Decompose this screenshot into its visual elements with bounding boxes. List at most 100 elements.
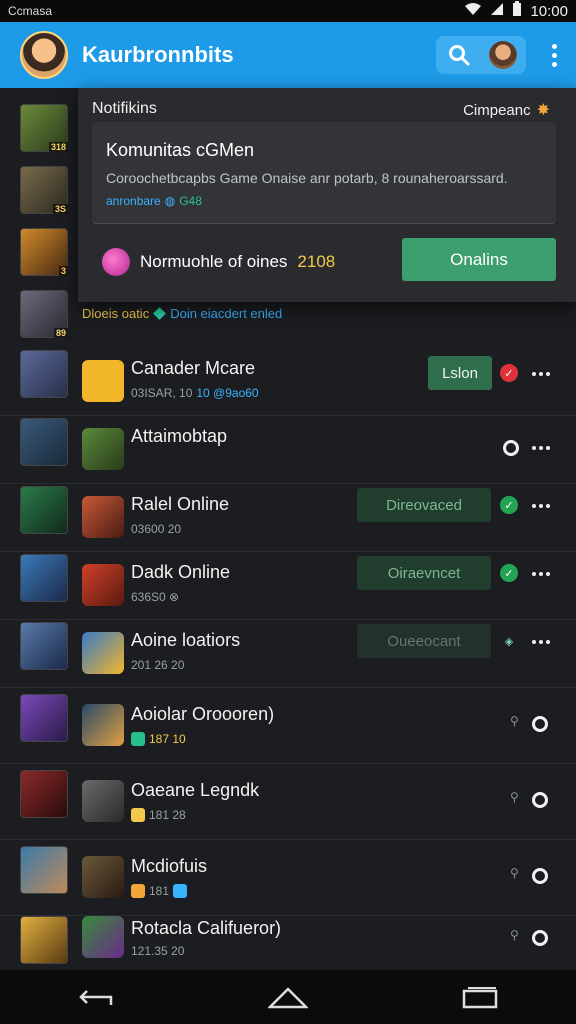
notification-card[interactable]: Komunitas cGMen Coroochetbcapbs Game Ona… [92, 122, 556, 224]
more-horiz-icon[interactable] [532, 504, 550, 508]
game-thumbnail[interactable]: 89 [20, 290, 68, 338]
notification-panel: Notifikins Cimpeanc ✸ Komunitas cGMen Co… [78, 88, 576, 302]
game-thumbnail [20, 846, 68, 894]
game-thumbnail [20, 916, 68, 964]
game-title: Canader Mcare [131, 358, 256, 378]
game-icon [82, 856, 124, 898]
globe-icon: ◍ [164, 194, 176, 208]
more-horiz-icon[interactable] [532, 572, 550, 576]
pin-icon: ⚲ [510, 928, 519, 942]
status-ring-icon [532, 868, 548, 884]
notification-header-right[interactable]: Cimpeanc ✸ [463, 100, 550, 120]
game-thumbnail[interactable]: 3 [20, 228, 68, 276]
game-title: Aoiolar Oroooren) [131, 704, 275, 724]
search-icon [449, 45, 470, 66]
notification-promo: Normuohle of oines 2108 [102, 248, 335, 276]
pin-icon: ⚲ [510, 790, 519, 804]
profile-avatar[interactable] [20, 31, 68, 79]
send-icon: ◈ [504, 635, 514, 648]
game-title: Ralel Online [131, 494, 230, 514]
game-title: Oaeane Legndk [131, 780, 260, 800]
wifi-icon [464, 2, 482, 20]
game-icon [82, 632, 124, 674]
game-title: Rotacla Califueror) [131, 918, 282, 938]
game-icon [82, 780, 124, 822]
game-thumbnail[interactable]: 3S [20, 166, 68, 214]
pin-icon: ⚲ [510, 866, 519, 880]
legend-part-b: Doin eiacdert enled [170, 306, 283, 321]
game-icon [82, 704, 124, 746]
search-button[interactable] [442, 38, 476, 72]
home-button[interactable] [258, 977, 318, 1017]
game-thumbnail [20, 486, 68, 534]
clock: 10:00 [530, 2, 568, 20]
game-subtitle: 201 26 20 [131, 658, 185, 672]
status-ring-icon [532, 930, 548, 946]
user-avatar-button[interactable] [486, 38, 520, 72]
system-nav-bar [0, 970, 576, 1024]
game-title: Aoine loatiors [131, 630, 241, 650]
game-subtitle: 121.35 20 [131, 944, 185, 958]
more-vert-icon[interactable] [544, 38, 564, 72]
check-icon: ✓ [500, 364, 518, 382]
check-icon: ✓ [500, 564, 518, 582]
game-thumbnail [20, 554, 68, 602]
diamond-icon [153, 307, 167, 320]
online-button[interactable]: Onalins [402, 238, 556, 281]
app-bar-actions [436, 36, 526, 74]
game-title: Mcdiofuis [131, 856, 208, 876]
back-icon [79, 990, 113, 1005]
list-item[interactable]: Attaimobtap [0, 416, 576, 484]
list-item[interactable]: Ralel Online 03600 20 Direovaced ✓ [0, 484, 576, 552]
more-horiz-icon[interactable] [532, 446, 550, 450]
game-subtitle: 181 [131, 884, 188, 898]
game-subtitle: 187 10 [131, 732, 186, 746]
row-action-button[interactable]: Direovaced [357, 488, 491, 522]
signal-icon [490, 2, 504, 20]
game-subtitle: 03600 20 [131, 522, 182, 536]
carrier-label: Ccmasa [8, 4, 53, 18]
list-item[interactable]: Canader Mcare 03ISAR, 10 10 @9ao60 Lslon… [0, 348, 576, 416]
game-icon [82, 564, 124, 606]
game-title: Dadk Online [131, 562, 231, 582]
list-item[interactable]: Dadk Online 636S0 ⊗ Oiraevncet ✓ [0, 552, 576, 620]
list-item[interactable]: Aoine loatiors 201 26 20 Oueeocant ◈ [0, 620, 576, 688]
trophy-icon: ✸ [536, 102, 550, 119]
list-item[interactable]: Mcdiofuis 181 ⚲ [0, 840, 576, 916]
status-ring-icon [532, 792, 548, 808]
notification-card-body: Coroochetbcapbs Game Onaise anr potarb, … [106, 170, 508, 186]
legend-part-a: Dloeis oatic [82, 306, 150, 321]
list-item[interactable]: Aoiolar Oroooren) 187 10 ⚲ [0, 688, 576, 764]
more-horiz-icon[interactable] [532, 372, 550, 376]
status-icons: 10:00 [464, 1, 568, 21]
check-icon: ✓ [500, 496, 518, 514]
game-icon [82, 360, 124, 402]
grape-icon [102, 248, 130, 276]
back-button[interactable] [66, 977, 126, 1017]
game-thumbnail [20, 694, 68, 742]
row-action-button[interactable]: Oiraevncet [357, 556, 491, 590]
row-action-button[interactable]: Lslon [428, 356, 492, 390]
game-subtitle: 636S0 ⊗ [131, 590, 180, 604]
app-title: Kaurbronnbits [82, 42, 234, 67]
list-item[interactable]: Oaeane Legndk 181 28 ⚲ [0, 764, 576, 840]
list-item[interactable]: Rotacla Califueror) 121.35 20 ⚲ [0, 916, 576, 970]
game-thumbnail [20, 622, 68, 670]
recents-icon [462, 987, 498, 1009]
status-ring-icon [503, 440, 519, 456]
status-bar: Ccmasa 10:00 [0, 0, 576, 22]
row-action-button[interactable]: Oueeocant [357, 624, 491, 658]
app-bar: Kaurbronnbits [0, 22, 576, 88]
status-ring-icon [532, 716, 548, 732]
notification-card-meta: anronbare ◍ G48 [106, 194, 202, 208]
game-icon [82, 916, 124, 958]
recents-button[interactable] [450, 977, 510, 1017]
legend-line: Dloeis oatic Doin eiacdert enled [82, 306, 282, 321]
game-thumbnail[interactable]: 318 [20, 104, 68, 152]
user-avatar [489, 41, 517, 69]
game-title: Attaimobtap [131, 426, 228, 446]
game-icon [82, 496, 124, 538]
more-horiz-icon[interactable] [532, 640, 550, 644]
game-thumbnail [20, 350, 68, 398]
battery-icon [512, 1, 522, 21]
